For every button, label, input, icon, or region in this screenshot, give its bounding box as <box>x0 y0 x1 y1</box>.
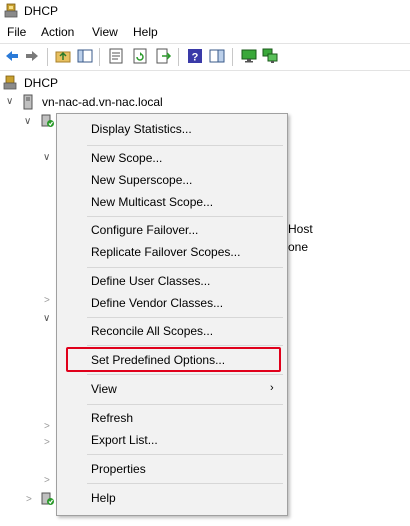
menu-item-display-statistics[interactable]: Display Statistics... <box>91 122 192 136</box>
back-arrow-icon[interactable] <box>4 48 20 64</box>
menu-item-define-user-classes[interactable]: Define User Classes... <box>91 274 210 288</box>
menu-item-export-list[interactable]: Export List... <box>91 433 158 447</box>
help-icon[interactable]: ? <box>187 48 203 64</box>
chevron-right-icon[interactable]: > <box>44 295 50 306</box>
folder-up-icon[interactable] <box>55 48 71 64</box>
toolbar-separator <box>178 48 179 66</box>
menu-separator <box>87 267 283 268</box>
background-text-host: Host <box>288 222 313 236</box>
refresh-icon[interactable] <box>132 48 148 64</box>
dhcp-root-icon <box>3 75 17 90</box>
menu-item-refresh[interactable]: Refresh <box>91 411 133 425</box>
menu-item-reconcile-all-scopes[interactable]: Reconcile All Scopes... <box>91 324 213 338</box>
dhcp-app-icon <box>4 3 18 18</box>
menu-separator <box>87 374 283 375</box>
ipv6-node-icon <box>41 492 54 505</box>
menu-view[interactable]: View <box>92 25 118 39</box>
menu-item-new-superscope[interactable]: New Superscope... <box>91 173 192 187</box>
menu-separator <box>87 404 283 405</box>
chevron-right-icon[interactable]: > <box>44 421 50 432</box>
svg-text:?: ? <box>192 52 199 64</box>
forward-arrow-icon[interactable] <box>24 48 40 64</box>
menu-action[interactable]: Action <box>41 25 74 39</box>
chevron-down-icon[interactable]: ∨ <box>6 96 13 107</box>
title-bar: DHCP <box>0 0 410 22</box>
chevron-right-icon[interactable]: > <box>44 475 50 486</box>
toolbar-separator <box>232 48 233 66</box>
menu-separator <box>87 145 283 146</box>
background-text-one: one <box>288 240 309 254</box>
menu-item-properties[interactable]: Properties <box>91 462 146 476</box>
menu-item-define-vendor-classes[interactable]: Define Vendor Classes... <box>91 296 223 310</box>
menu-item-new-multicast-scope[interactable]: New Multicast Scope... <box>91 195 213 209</box>
menu-item-configure-failover[interactable]: Configure Failover... <box>91 223 198 237</box>
menu-separator <box>87 216 283 217</box>
menu-item-new-scope[interactable]: New Scope... <box>91 151 162 165</box>
menu-item-replicate-failover-scopes[interactable]: Replicate Failover Scopes... <box>91 245 240 259</box>
menu-help[interactable]: Help <box>133 25 158 39</box>
toolbar: ? <box>0 43 410 71</box>
show-hide-action-pane-icon[interactable] <box>209 48 225 64</box>
menu-separator <box>87 483 283 484</box>
menu-bar: File Action View Help <box>0 22 410 42</box>
monitor-green-icon[interactable] <box>241 48 257 64</box>
menu-separator <box>87 454 283 455</box>
tree-server-label[interactable]: vn-nac-ad.vn-nac.local <box>42 95 163 109</box>
chevron-down-icon[interactable]: ∨ <box>24 116 31 127</box>
window-title: DHCP <box>24 4 59 18</box>
menu-file[interactable]: File <box>7 25 26 39</box>
menu-item-help[interactable]: Help <box>91 491 116 505</box>
toolbar-separator <box>47 48 48 66</box>
menu-separator <box>87 345 283 346</box>
chevron-down-icon[interactable]: ∨ <box>43 313 50 324</box>
annotation-highlight-box <box>66 347 281 372</box>
context-menu: Display Statistics... New Scope... New S… <box>56 113 288 516</box>
properties-icon[interactable] <box>108 48 124 64</box>
toolbar-separator <box>99 48 100 66</box>
chevron-down-icon[interactable]: ∨ <box>43 152 50 163</box>
server-icon <box>23 94 33 110</box>
export-list-icon[interactable] <box>156 48 172 64</box>
tree-root-label[interactable]: DHCP <box>24 76 58 90</box>
chevron-right-icon[interactable]: > <box>44 437 50 448</box>
menu-separator <box>87 317 283 318</box>
ipv4-node-icon <box>41 114 54 127</box>
menu-item-view[interactable]: View <box>91 382 117 396</box>
monitor-network-icon[interactable] <box>262 48 278 64</box>
submenu-arrow-icon: › <box>270 382 274 394</box>
chevron-right-icon[interactable]: > <box>26 494 32 505</box>
console-tree-icon[interactable] <box>77 48 93 64</box>
